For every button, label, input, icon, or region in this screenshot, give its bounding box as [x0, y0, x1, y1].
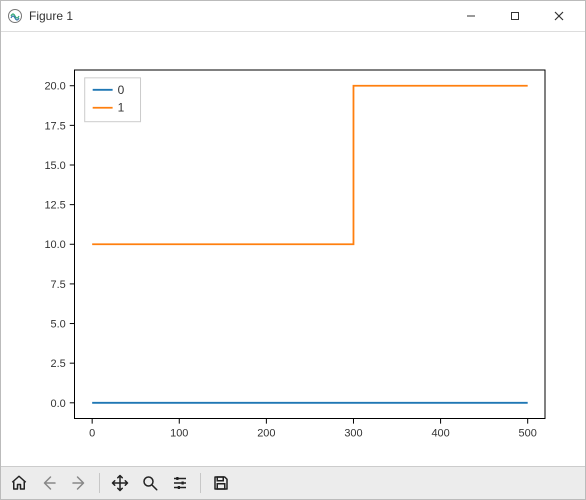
svg-text:400: 400	[431, 428, 449, 440]
titlebar: Figure 1	[1, 1, 585, 32]
series-line	[92, 86, 528, 245]
line-chart: 01002003004005000.02.55.07.510.012.515.0…	[1, 32, 585, 467]
arrow-right-icon	[70, 474, 88, 492]
svg-text:0: 0	[118, 83, 125, 97]
plot-area[interactable]: 01002003004005000.02.55.07.510.012.515.0…	[1, 32, 585, 466]
svg-text:17.5: 17.5	[44, 120, 65, 132]
save-icon	[212, 474, 230, 492]
svg-text:15.0: 15.0	[44, 160, 65, 172]
toolbar-separator	[200, 473, 201, 493]
save-button[interactable]	[207, 469, 235, 497]
legend: 01	[85, 78, 141, 122]
maximize-button[interactable]	[493, 2, 537, 30]
forward-button[interactable]	[65, 469, 93, 497]
back-button[interactable]	[35, 469, 63, 497]
svg-text:300: 300	[344, 428, 362, 440]
svg-text:12.5: 12.5	[44, 200, 65, 212]
home-icon	[10, 474, 28, 492]
close-button[interactable]	[537, 2, 581, 30]
figure-window: Figure 1 01002003004005000.02.55.07.510.…	[0, 0, 586, 500]
nav-toolbar	[1, 466, 585, 499]
svg-text:5.0: 5.0	[51, 319, 66, 331]
svg-text:200: 200	[257, 428, 275, 440]
svg-text:0.0: 0.0	[51, 398, 66, 410]
move-icon	[111, 474, 129, 492]
sliders-icon	[171, 474, 189, 492]
minimize-button[interactable]	[449, 2, 493, 30]
svg-text:7.5: 7.5	[51, 279, 66, 291]
svg-text:10.0: 10.0	[44, 239, 65, 251]
svg-text:1: 1	[118, 101, 125, 115]
zoom-button[interactable]	[136, 469, 164, 497]
pan-button[interactable]	[106, 469, 134, 497]
svg-text:20.0: 20.0	[44, 81, 65, 93]
window-title: Figure 1	[29, 9, 73, 23]
home-button[interactable]	[5, 469, 33, 497]
svg-text:0: 0	[89, 428, 95, 440]
subplots-button[interactable]	[166, 469, 194, 497]
zoom-icon	[141, 474, 159, 492]
toolbar-separator	[99, 473, 100, 493]
app-icon	[7, 8, 23, 24]
svg-text:500: 500	[519, 428, 537, 440]
svg-text:100: 100	[170, 428, 188, 440]
arrow-left-icon	[40, 474, 58, 492]
svg-text:2.5: 2.5	[51, 358, 66, 370]
